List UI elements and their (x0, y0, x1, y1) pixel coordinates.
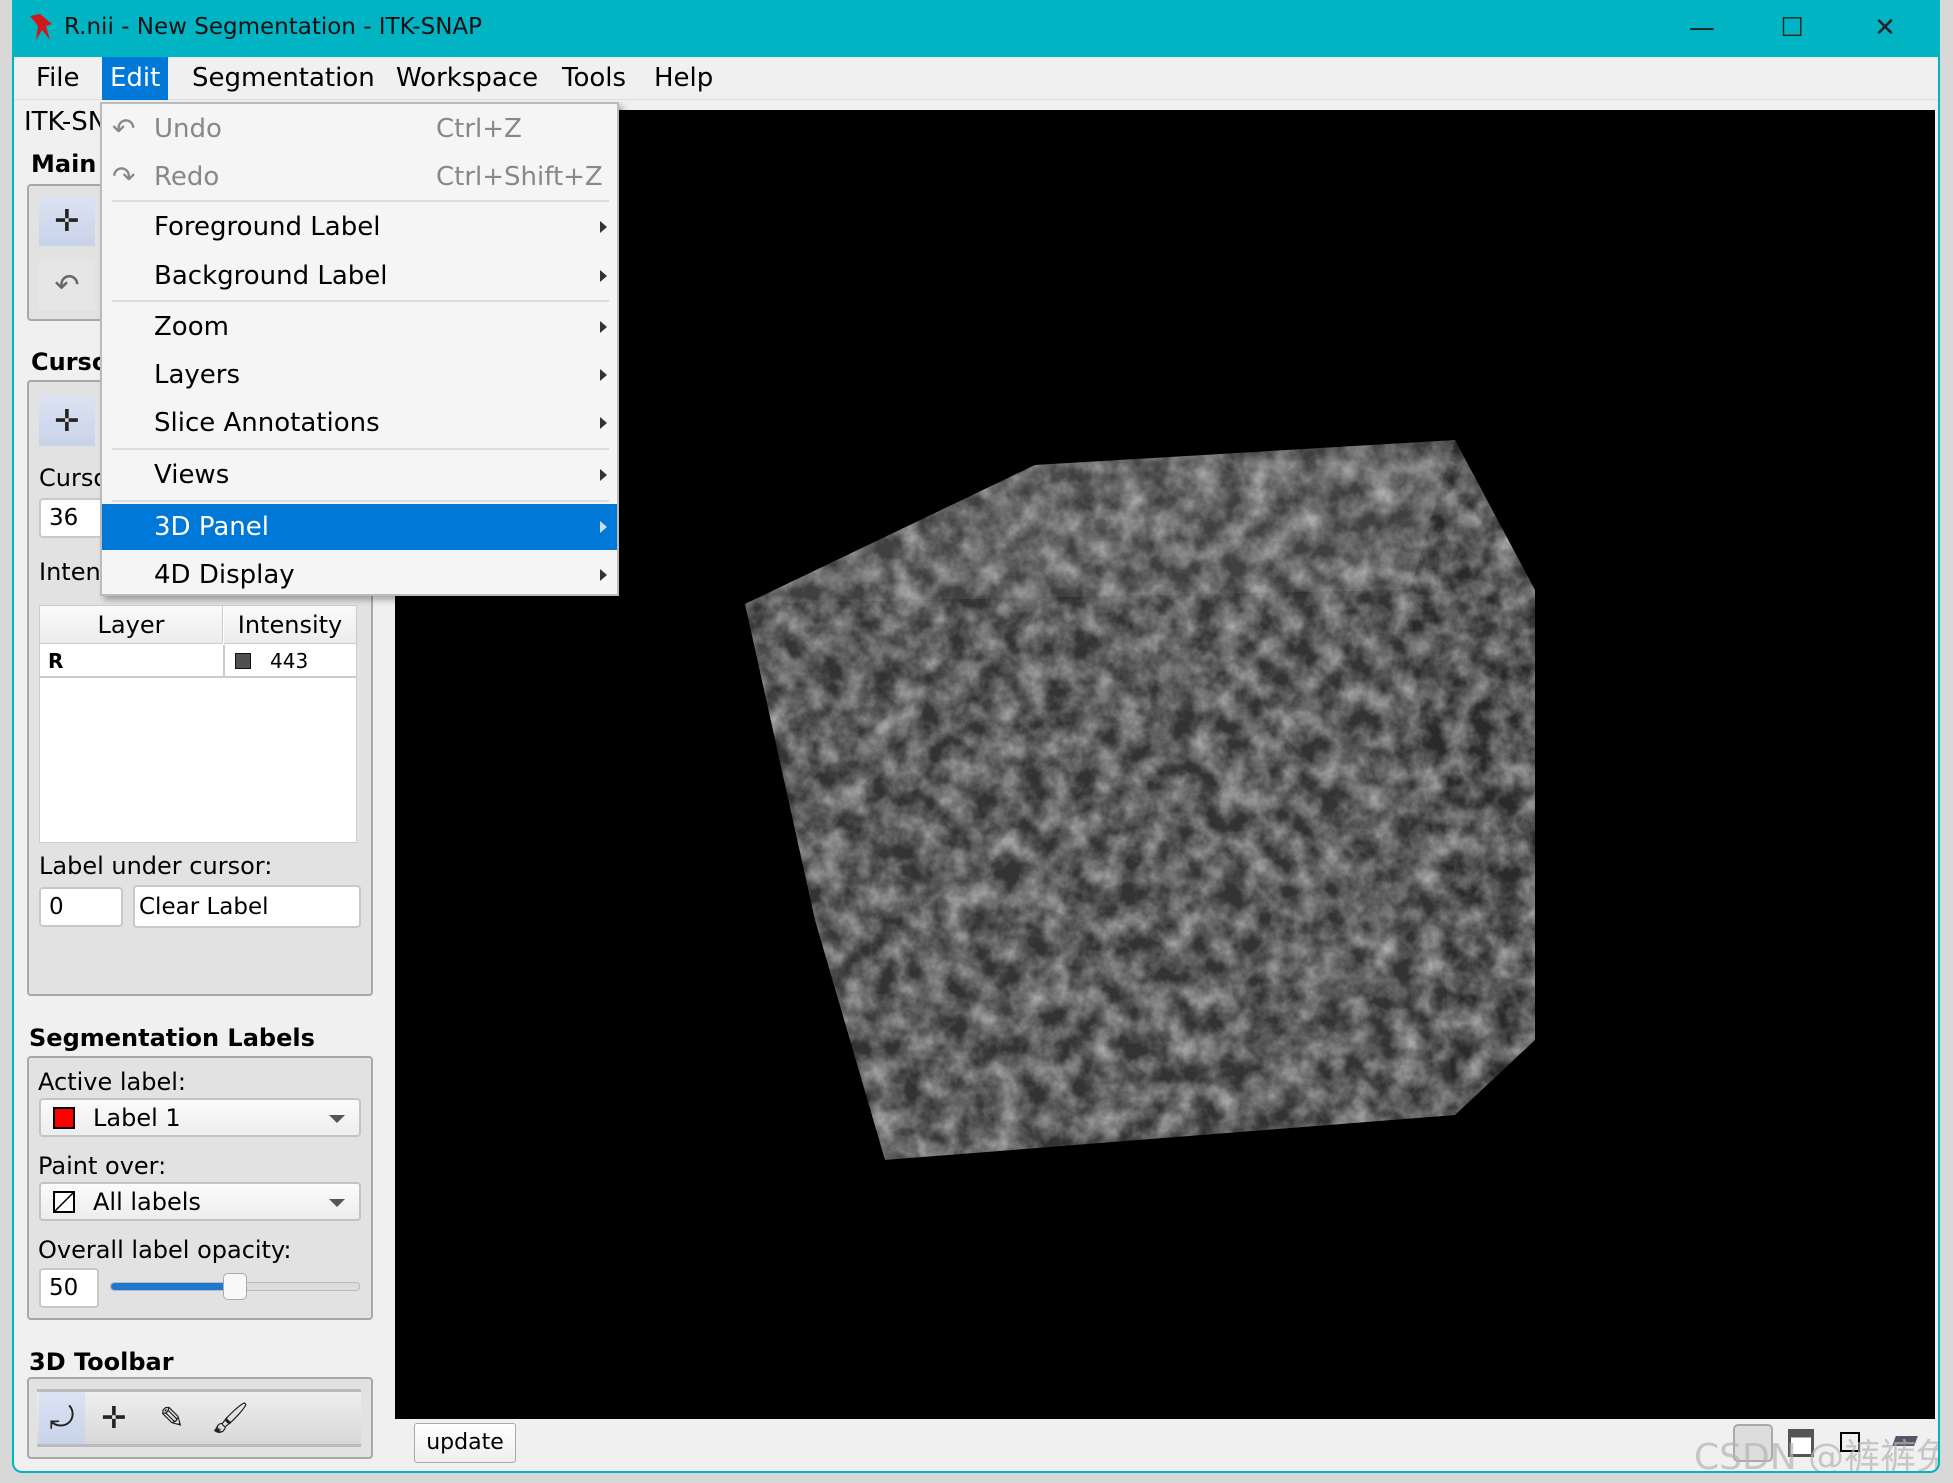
intensity-label: Inten (39, 558, 101, 586)
menu-separator (112, 448, 609, 450)
crosshair-mode-icon[interactable]: ✛ (39, 396, 95, 446)
menu-item-zoom[interactable]: Zoom (102, 304, 617, 350)
3d-render-view[interactable] (395, 110, 1935, 1419)
column-header-layer[interactable]: Layer (40, 606, 223, 644)
item-label: 4D Display (154, 560, 295, 590)
active-label-value: Label 1 (93, 1103, 181, 1132)
menu-workspace[interactable]: Workspace (388, 57, 546, 100)
paint-over-label: Paint over: (38, 1152, 167, 1180)
menu-bar: File Edit Segmentation Workspace Tools H… (14, 57, 1938, 100)
maximize-button[interactable]: ☐ (1767, 8, 1817, 48)
layer-cell: R (48, 649, 64, 673)
crosshair-icon[interactable]: ✛ (91, 1392, 137, 1444)
cube-texture (745, 440, 1535, 1160)
menu-tools[interactable]: Tools (554, 57, 634, 100)
chevron-down-icon (329, 1115, 345, 1123)
label-under-cursor-label: Label under cursor: (39, 852, 273, 880)
undo-icon: ↶ (112, 112, 136, 145)
itk-snap-logo-icon (30, 14, 52, 40)
segmentation-labels-heading: Segmentation Labels (29, 1024, 315, 1052)
opacity-slider-handle[interactable] (223, 1273, 247, 1300)
update-button[interactable]: update (414, 1423, 516, 1463)
item-label: Background Label (154, 261, 388, 291)
menu-item-4d-display[interactable]: 4D Display (102, 552, 617, 598)
table-row[interactable]: R 443 (40, 645, 356, 678)
menu-item-foreground-label[interactable]: Foreground Label (102, 204, 617, 250)
menu-item-background-label[interactable]: Background Label (102, 253, 617, 299)
submenu-arrow-icon (600, 369, 607, 381)
intensity-swatch (235, 653, 251, 669)
menu-edit[interactable]: Edit (102, 57, 169, 100)
main-toolbar-heading: Main (31, 150, 97, 178)
close-button[interactable]: ✕ (1860, 8, 1910, 48)
column-header-intensity[interactable]: Intensity (224, 606, 356, 644)
submenu-arrow-icon (600, 270, 607, 282)
submenu-arrow-icon (600, 569, 607, 581)
intensity-table: Layer Intensity R 443 (39, 605, 357, 843)
menu-help[interactable]: Help (646, 57, 721, 100)
submenu-arrow-icon (600, 221, 607, 233)
cursor-inspector-heading: Curso (31, 348, 109, 376)
submenu-arrow-icon (600, 417, 607, 429)
scalpel-icon[interactable]: ✎ (149, 1392, 195, 1444)
paint-over-dropdown[interactable]: All labels (39, 1182, 361, 1221)
menu-segmentation[interactable]: Segmentation (184, 57, 383, 100)
redo-shortcut: Ctrl+Shift+Z (436, 162, 603, 192)
all-labels-icon (53, 1190, 75, 1213)
undo-tool-icon[interactable]: ↶ (39, 260, 95, 310)
spraypaint-icon[interactable]: 🖌 (207, 1392, 253, 1444)
toolbar-3d-heading: 3D Toolbar (29, 1348, 174, 1376)
redo-icon: ↷ (112, 160, 136, 193)
cursor-position-label: Curso (39, 464, 109, 492)
opacity-slider-fill (111, 1283, 235, 1290)
undo-label: Undo (154, 114, 222, 144)
label-color-swatch (53, 1106, 75, 1129)
paint-over-value: All labels (93, 1187, 201, 1216)
intensity-cell: 443 (270, 649, 309, 673)
chevron-down-icon (329, 1199, 345, 1207)
item-label: Zoom (154, 312, 229, 342)
label-id-field[interactable]: 0 (39, 887, 123, 927)
item-label: Slice Annotations (154, 408, 380, 438)
toolbar-3d-strip (37, 1389, 361, 1447)
menu-item-slice-annotations[interactable]: Slice Annotations (102, 400, 617, 446)
watermark: CSDN @裤裤兔 (1694, 1437, 1940, 1473)
redo-label: Redo (154, 162, 220, 192)
window-title: R.nii - New Segmentation - ITK-SNAP (64, 14, 483, 40)
toolbar-3d-group: ⤾ ✛ ✎ 🖌 (27, 1377, 373, 1459)
submenu-arrow-icon (600, 521, 607, 533)
cell-divider (223, 645, 225, 678)
menu-separator (112, 500, 609, 502)
submenu-arrow-icon (600, 321, 607, 333)
menu-item-3d-panel[interactable]: 3D Panel (102, 504, 617, 550)
volume-rendering-cube (745, 440, 1535, 1160)
opacity-slider[interactable] (110, 1273, 360, 1300)
menu-separator (112, 300, 609, 302)
item-label: Foreground Label (154, 212, 381, 242)
submenu-arrow-icon (600, 469, 607, 481)
rotate-icon[interactable]: ⤾ (39, 1392, 85, 1444)
menu-item-undo[interactable]: ↶ Undo Ctrl+Z (102, 106, 617, 152)
active-label-label: Active label: (38, 1068, 186, 1096)
menu-file[interactable]: File (28, 57, 88, 100)
item-label: 3D Panel (154, 512, 269, 542)
opacity-input[interactable]: 50 (39, 1268, 99, 1308)
menu-item-views[interactable]: Views (102, 452, 617, 498)
app-label: ITK-SN (24, 107, 108, 137)
menu-separator (112, 200, 609, 202)
opacity-label: Overall label opacity: (38, 1236, 292, 1264)
menu-item-redo[interactable]: ↷ Redo Ctrl+Shift+Z (102, 154, 617, 200)
label-name-field[interactable]: Clear Label (133, 885, 361, 928)
menu-item-layers[interactable]: Layers (102, 352, 617, 398)
title-bar: R.nii - New Segmentation - ITK-SNAP — ☐ … (14, 0, 1938, 57)
edit-menu-dropdown: ↶ Undo Ctrl+Z ↷ Redo Ctrl+Shift+Z Foreground… (100, 102, 619, 596)
item-label: Layers (154, 360, 241, 390)
crosshair-tool-icon[interactable]: ✛ (39, 196, 95, 246)
undo-shortcut: Ctrl+Z (436, 114, 522, 144)
item-label: Views (154, 460, 230, 490)
minimize-button[interactable]: — (1677, 8, 1727, 48)
active-label-dropdown[interactable]: Label 1 (39, 1098, 361, 1137)
